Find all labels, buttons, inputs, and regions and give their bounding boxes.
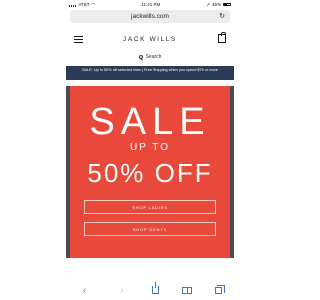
site-header: JACK WILLS — [66, 28, 234, 50]
status-time: 11:41 PM — [141, 2, 161, 7]
signal-icon — [69, 3, 77, 7]
bookmarks-icon[interactable] — [182, 286, 193, 294]
promo-banner[interactable]: SALE: Up to 50% off selected lines | Fre… — [66, 66, 234, 80]
shop-ladies-button[interactable]: SHOP LADIES — [84, 200, 216, 214]
shop-ladies-label: SHOP LADIES — [132, 204, 168, 210]
search-icon — [138, 55, 143, 59]
search-label: Search — [145, 54, 162, 60]
location-icon: ➚ — [206, 1, 210, 7]
status-bar: AT&T ◠ 11:41 PM ➚ 45% — [66, 0, 234, 9]
sale-banner: SALE UP TO 50% OFF SHOP LADIES SHOP GENT… — [66, 86, 234, 258]
battery-percent: 45% — [211, 2, 221, 7]
back-icon[interactable]: ‹ — [78, 285, 92, 296]
search-bar[interactable]: Search — [66, 50, 234, 64]
forward-icon[interactable]: › — [115, 285, 129, 296]
sale-discount: 50% OFF — [87, 158, 213, 188]
reload-icon[interactable]: ↻ — [219, 12, 225, 21]
wifi-icon: ◠ — [91, 1, 96, 7]
address-bar[interactable]: jackwills.com ↻ — [70, 10, 230, 23]
share-icon[interactable] — [151, 282, 159, 294]
status-left: AT&T ◠ — [69, 2, 95, 8]
browser-toolbar: ‹ › — [66, 280, 234, 300]
sale-subline: UP TO — [129, 142, 170, 153]
battery-icon — [223, 2, 231, 7]
menu-icon[interactable] — [74, 36, 83, 43]
tabs-icon[interactable] — [215, 284, 226, 294]
sale-panel[interactable]: SALE UP TO 50% OFF SHOP LADIES SHOP GENT… — [70, 86, 230, 258]
promo-text: SALE: Up to 50% off selected lines | Fre… — [82, 68, 218, 72]
shop-gents-label: SHOP GENTS — [132, 226, 168, 232]
status-right: ➚ 45% — [206, 2, 231, 8]
sale-headline: SALE — [89, 101, 211, 143]
site-logo[interactable]: JACK WILLS — [123, 36, 177, 43]
shopping-bag-icon[interactable] — [218, 32, 226, 43]
phone-screen: AT&T ◠ 11:41 PM ➚ 45% jackwills.com ↻ JA… — [66, 0, 234, 300]
url-text: jackwills.com — [131, 13, 169, 20]
shop-gents-button[interactable]: SHOP GENTS — [84, 222, 216, 236]
carrier-label: AT&T — [78, 2, 90, 7]
